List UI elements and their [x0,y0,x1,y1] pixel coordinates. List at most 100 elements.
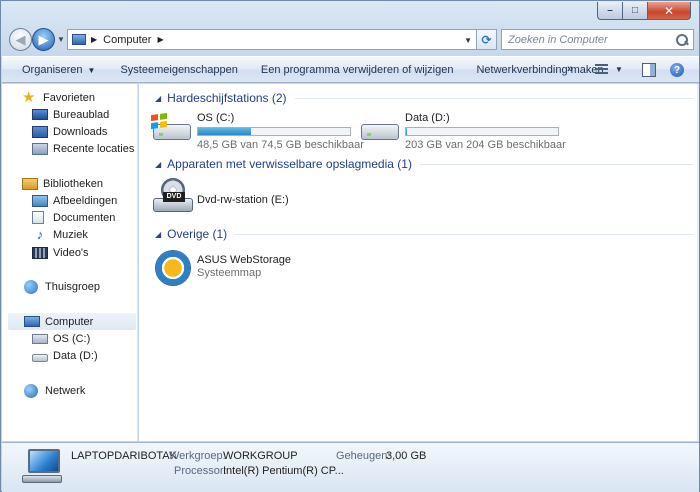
nav-item-label: Muziek [53,228,88,241]
nav-item-desktop[interactable]: Bureaublad [32,106,109,123]
nav-item-label: Data (D:) [53,349,98,362]
recent-pages-dropdown[interactable]: ▼ [57,35,65,44]
drive-name: Dvd-rw-station (E:) [197,194,289,206]
help-icon[interactable]: ? [670,63,684,77]
drive-icon [32,353,48,362]
nav-item-recent[interactable]: Recente locaties [32,140,134,157]
forward-button[interactable]: ▶ [32,28,55,51]
sync-icon [154,250,195,288]
nav-libraries[interactable]: Bibliotheken [22,175,103,192]
computer-icon [22,449,62,485]
drive-free-space: 48,5 GB van 74,5 GB beschikbaar [197,139,364,151]
documents-icon [32,211,44,224]
drive-name: OS (C:) [197,112,235,124]
nav-homegroup[interactable]: Thuisgroep [24,278,100,295]
item-type: Systeemmap [197,267,262,279]
details-pane: LAPTOPDARIBOTAK Werkgroep: WORKGROUP Geh… [2,442,699,492]
system-properties-button[interactable]: Systeemeigenschappen [120,64,237,76]
pictures-icon [32,194,48,207]
group-header-other[interactable]: ◢ Overige (1) [155,227,693,241]
drive-tile-d[interactable]: Data (D:) 203 GB van 204 GB beschikbaar [359,112,566,151]
search-placeholder: Zoeken in Computer [508,33,608,46]
nav-homegroup-label: Thuisgroep [45,280,101,293]
memory-value: 3,00 GB [386,450,427,462]
os-drive-icon [32,333,48,344]
back-button[interactable]: ◀ [9,28,32,51]
webstorage-tile[interactable]: ASUS WebStorage Systeemmap [154,250,291,288]
preview-pane-icon[interactable] [642,63,656,77]
drive-name: Data (D:) [405,112,450,124]
more-commands-button[interactable]: » [567,63,573,75]
breadcrumb-chevron-icon[interactable]: ▶ [157,35,163,44]
nav-item-label: Afbeeldingen [53,194,118,207]
collapse-chevron-icon[interactable]: ◢ [155,94,161,103]
videos-icon [32,246,48,259]
breadcrumb-computer[interactable]: Computer [103,34,151,46]
homegroup-icon [24,279,38,294]
group-divider [294,97,693,99]
nav-item-downloads[interactable]: Downloads [32,123,107,140]
nav-item-drive-c[interactable]: OS (C:) [32,330,90,347]
change-view-icon[interactable] [595,64,608,76]
network-icon [24,383,38,398]
map-network-drive-button[interactable]: Netwerkverbinding maken [476,64,603,76]
item-name: ASUS WebStorage [197,254,291,266]
windows-logo-icon [151,112,167,130]
nav-item-label: Bureaublad [53,108,110,121]
caption-buttons: – □ ✕ [597,2,691,20]
group-title: Overige (1) [167,227,228,241]
search-input[interactable]: Zoeken in Computer [501,29,694,50]
collapse-chevron-icon[interactable]: ◢ [155,160,161,169]
collapse-chevron-icon[interactable]: ◢ [155,230,161,239]
dvd-drive-tile[interactable]: DVD Dvd-rw-station (E:) [151,178,289,218]
nav-item-label: Recente locaties [53,142,135,155]
nav-network[interactable]: Netwerk [24,382,85,399]
view-options-dropdown[interactable]: ▼ [615,65,623,74]
organize-menu-button[interactable]: Organiseren ▼ [22,64,95,76]
search-icon[interactable] [674,32,690,48]
refresh-button[interactable]: ⟳ [477,29,497,50]
address-bar[interactable]: ▶ Computer ▶ ▼ [67,29,477,50]
nav-item-pictures[interactable]: Afbeeldingen [32,192,117,209]
navigation-pane: Favorieten Bureaublad Downloads Recente … [2,84,138,441]
drive-usage-bar [405,127,559,136]
dvd-drive-icon: DVD [151,178,195,218]
nav-libraries-label: Bibliotheken [43,177,103,190]
music-icon: ♪ [36,226,44,242]
breadcrumb-chevron-icon[interactable]: ▶ [91,35,97,44]
nav-item-videos[interactable]: Video's [32,244,89,261]
scrollbar-track[interactable] [697,84,699,441]
command-bar: Organiseren ▼ Systeemeigenschappen Een pr… [2,56,699,83]
minimize-button[interactable]: – [597,2,623,20]
group-divider [419,163,693,165]
desktop-icon [32,109,48,120]
hard-drive-icon [151,112,195,146]
nav-item-label: OS (C:) [53,332,91,345]
explorer-window: – □ ✕ ◀ ▶ ▼ ▶ Computer ▶ ▼ ⟳ Zoeken in C… [0,0,700,492]
libraries-icon [22,177,38,190]
nav-favorites[interactable]: Favorieten [22,88,95,106]
hard-drive-icon [359,112,403,146]
address-dropdown-icon[interactable]: ▼ [464,36,472,45]
nav-computer[interactable]: Computer [8,313,136,330]
memory-label: Geheugen: [336,450,391,462]
content-pane: ◢ Hardeschijfstations (2) OS (C:) 48,5 G… [139,84,699,441]
dvd-label: DVD [163,192,185,202]
computer-name: LAPTOPDARIBOTAK [71,450,177,462]
uninstall-program-button[interactable]: Een programma verwijderen of wijzigen [261,64,454,76]
processor-value: Intel(R) Pentium(R) CP... [223,465,344,477]
nav-item-documents[interactable]: Documenten [32,209,115,226]
group-header-removable[interactable]: ◢ Apparaten met verwisselbare opslagmedi… [155,157,693,171]
group-title: Hardeschijfstations (2) [167,91,287,105]
close-button[interactable]: ✕ [648,2,691,20]
workgroup-value: WORKGROUP [223,450,298,462]
group-header-hard-drives[interactable]: ◢ Hardeschijfstations (2) [155,91,693,105]
nav-item-music[interactable]: ♪ Muziek [32,226,88,243]
chevron-down-icon: ▼ [87,65,96,75]
computer-icon [72,34,86,45]
drive-usage-fill [198,128,252,135]
drive-tile-c[interactable]: OS (C:) 48,5 GB van 74,5 GB beschikbaar [151,112,364,151]
maximize-button[interactable]: □ [623,2,648,20]
nav-item-drive-d[interactable]: Data (D:) [32,347,98,364]
drive-free-space: 203 GB van 204 GB beschikbaar [405,139,566,151]
